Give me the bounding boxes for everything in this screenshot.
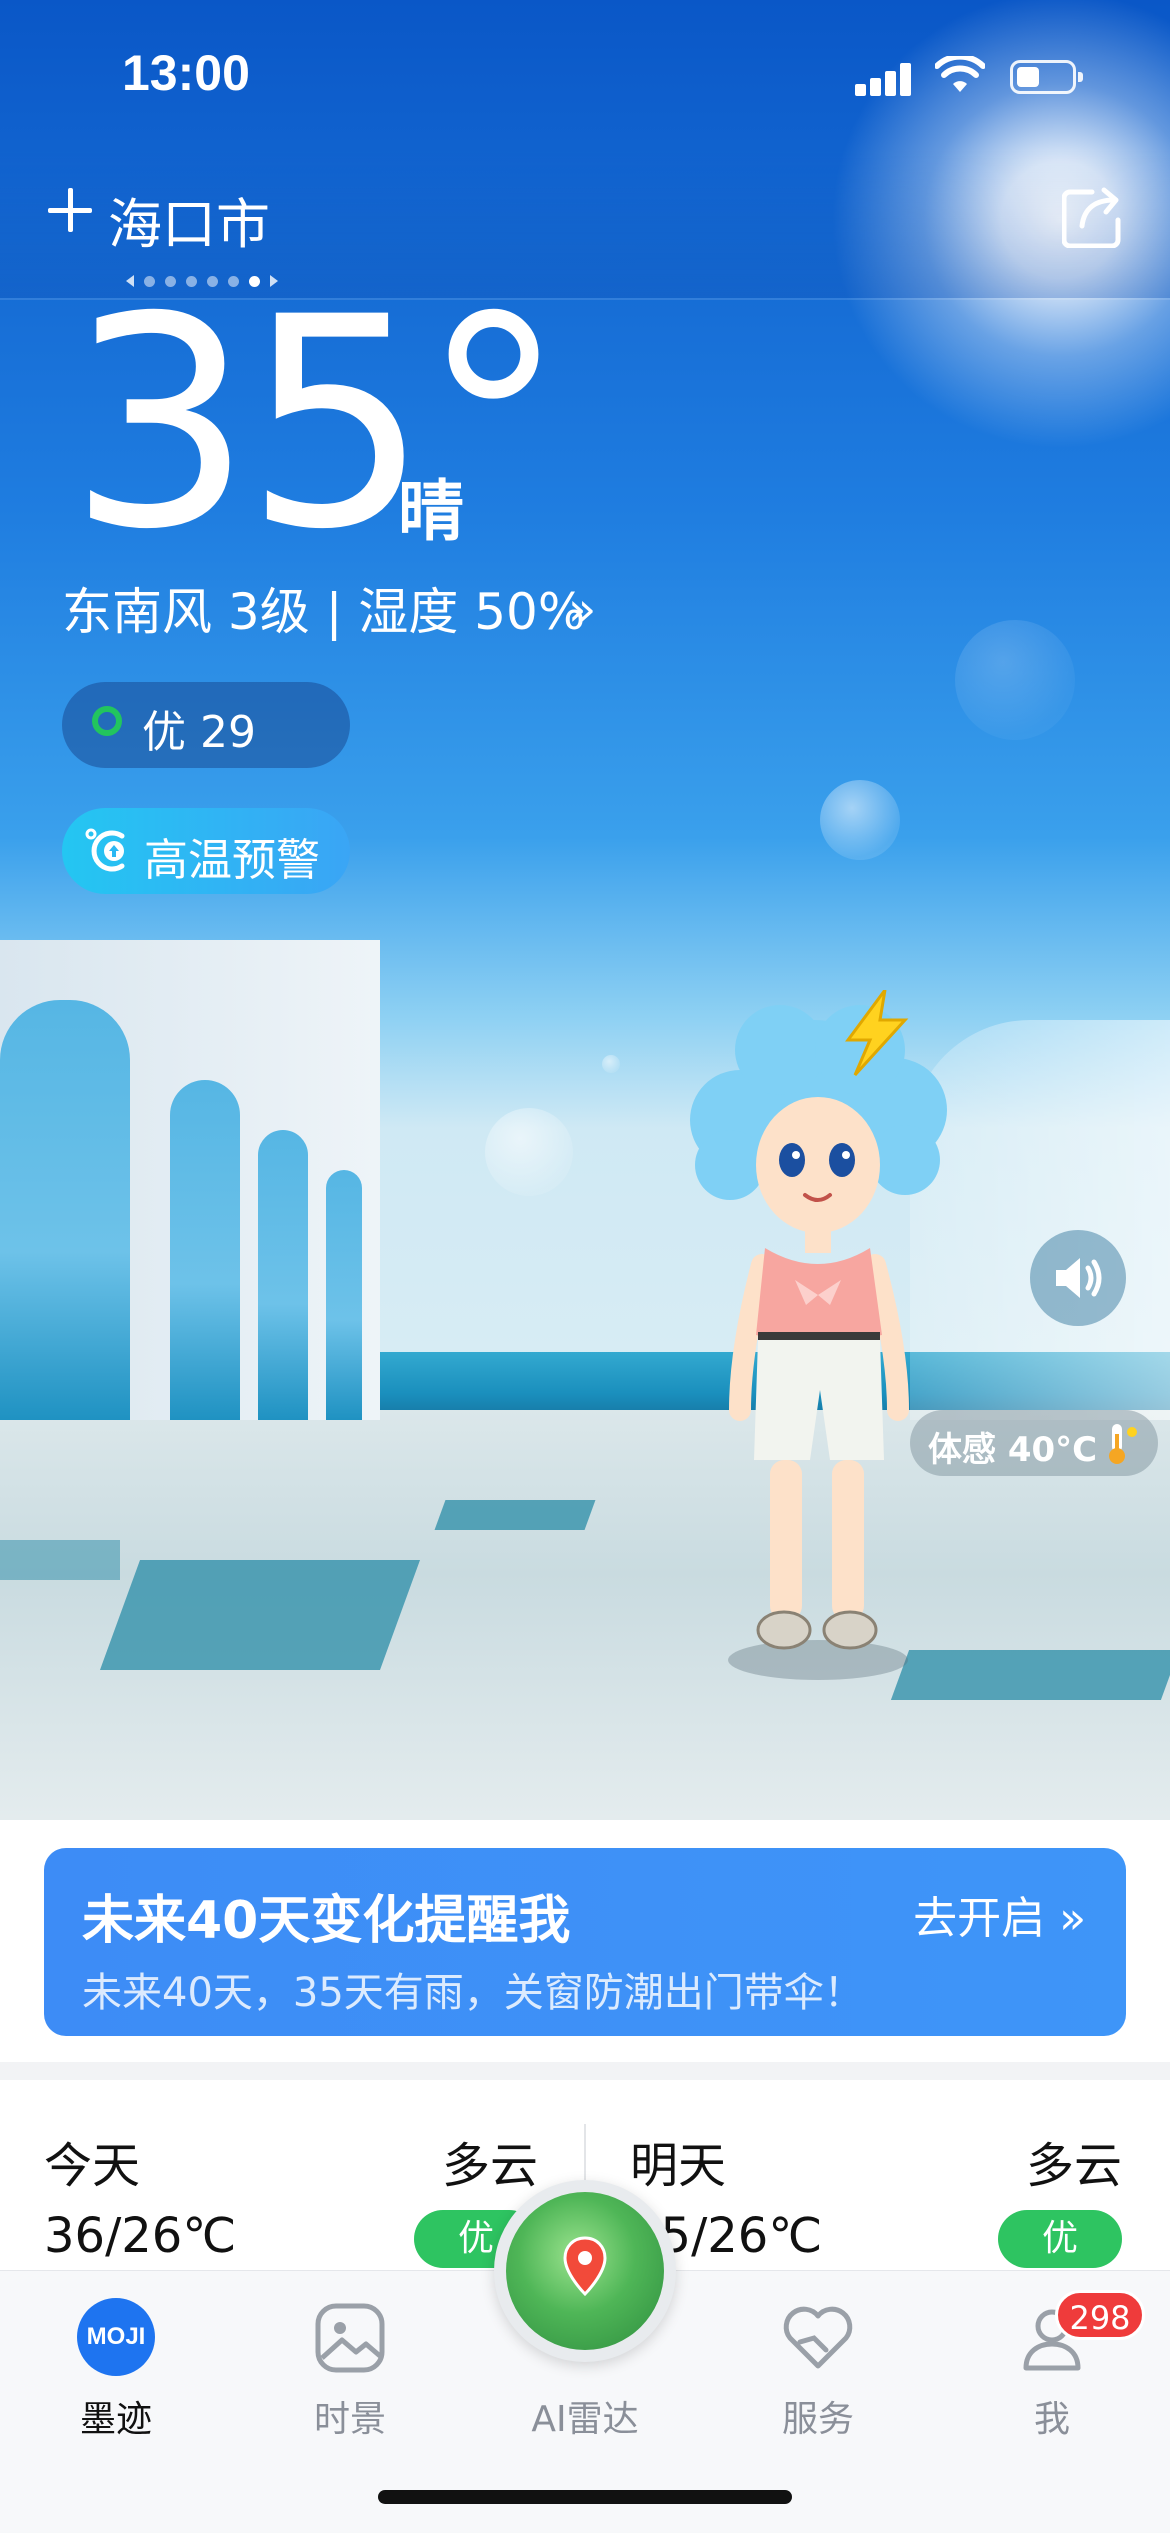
forecast-tomorrow-condition: 多云 bbox=[1026, 2138, 1123, 2194]
feels-like-pill[interactable]: 体感 40°C bbox=[910, 1410, 1158, 1476]
tab-scenes[interactable]: 时景 bbox=[270, 2290, 430, 2440]
current-temperature: 35° bbox=[68, 256, 566, 593]
floor-tile bbox=[434, 1500, 596, 1530]
decor-bubble bbox=[820, 780, 900, 860]
decor-bubble bbox=[602, 1055, 620, 1073]
floor-tile bbox=[99, 1560, 421, 1670]
notification-badge: 298 bbox=[1055, 2290, 1145, 2340]
heart-hand-icon bbox=[783, 2306, 853, 2369]
section-divider bbox=[0, 2062, 1170, 2080]
home-indicator[interactable] bbox=[378, 2490, 792, 2504]
city-name[interactable]: 海口市 bbox=[108, 180, 270, 259]
aqi-value: 优 29 bbox=[142, 707, 256, 758]
moji-logo-icon: MOJI bbox=[77, 2298, 155, 2376]
floor-tile bbox=[0, 1540, 120, 1580]
tab-ai-radar-label: AI雷达 bbox=[531, 2399, 639, 2440]
tab-services-label: 服务 bbox=[781, 2399, 854, 2440]
wifi-icon bbox=[935, 56, 985, 92]
forecast-today-range: 36/26℃ bbox=[44, 2208, 237, 2264]
ai-radar-button[interactable] bbox=[494, 2180, 676, 2362]
current-condition: 晴 bbox=[398, 473, 464, 550]
tab-scenes-label: 时景 bbox=[313, 2399, 386, 2440]
share-icon[interactable] bbox=[1062, 186, 1122, 248]
forecast-tomorrow-aqi-badge: 优 bbox=[998, 2210, 1122, 2268]
aqi-ring-icon bbox=[92, 706, 122, 736]
details-arrow-icon[interactable]: » bbox=[568, 582, 596, 636]
speaker-icon bbox=[1056, 1258, 1102, 1298]
cellular-signal-icon bbox=[855, 62, 915, 96]
archway-opening bbox=[258, 1130, 308, 1420]
forecast-today-condition: 多云 bbox=[442, 2138, 539, 2194]
add-city-icon[interactable] bbox=[48, 188, 92, 232]
tab-moji-label: 墨迹 bbox=[79, 2399, 152, 2440]
enable-reminder-link[interactable]: 去开启 » bbox=[913, 1882, 1086, 1946]
tab-moji[interactable]: MOJI 墨迹 bbox=[36, 2290, 196, 2440]
forecast-today-label[interactable]: 今天 bbox=[44, 2126, 140, 2196]
status-time: 13:00 bbox=[122, 45, 250, 101]
archway-opening bbox=[170, 1080, 240, 1420]
decor-bubble bbox=[485, 1108, 573, 1196]
tab-me-label: 我 bbox=[1033, 2399, 1070, 2440]
photo-icon bbox=[315, 2303, 385, 2373]
forecast-tomorrow-label[interactable]: 明天 bbox=[630, 2126, 726, 2196]
high-temp-warning[interactable]: 高温预警 bbox=[62, 808, 350, 894]
weather-mascot bbox=[690, 990, 947, 1650]
feels-like-value: 体感 40°C bbox=[928, 1430, 1098, 1470]
banner-subtitle: 未来40天，35天有雨，关窗防潮出门带伞！ bbox=[82, 1970, 864, 2016]
archway-opening bbox=[0, 1000, 130, 1420]
sound-toggle-button[interactable] bbox=[1030, 1230, 1126, 1326]
battery-icon bbox=[1010, 60, 1083, 94]
archway-opening bbox=[326, 1170, 362, 1420]
location-pin-icon bbox=[563, 2236, 607, 2296]
tab-services[interactable]: 服务 bbox=[738, 2290, 898, 2440]
thermo-warning-icon bbox=[85, 828, 125, 872]
radar-map-icon bbox=[506, 2192, 664, 2350]
wind-humidity[interactable]: 东南风 3级 | 湿度 50% bbox=[62, 572, 585, 644]
warning-text: 高温预警 bbox=[144, 835, 320, 886]
banner-title: 未来40天变化提醒我 bbox=[82, 1891, 571, 1951]
decor-bubble bbox=[955, 620, 1075, 740]
aqi-pill[interactable]: 优 29 bbox=[62, 682, 350, 768]
reminder-banner[interactable]: 未来40天变化提醒我 未来40天，35天有雨，关窗防潮出门带伞！ 去开启 » bbox=[44, 1848, 1126, 2036]
thermometer-icon bbox=[1109, 1424, 1137, 1464]
